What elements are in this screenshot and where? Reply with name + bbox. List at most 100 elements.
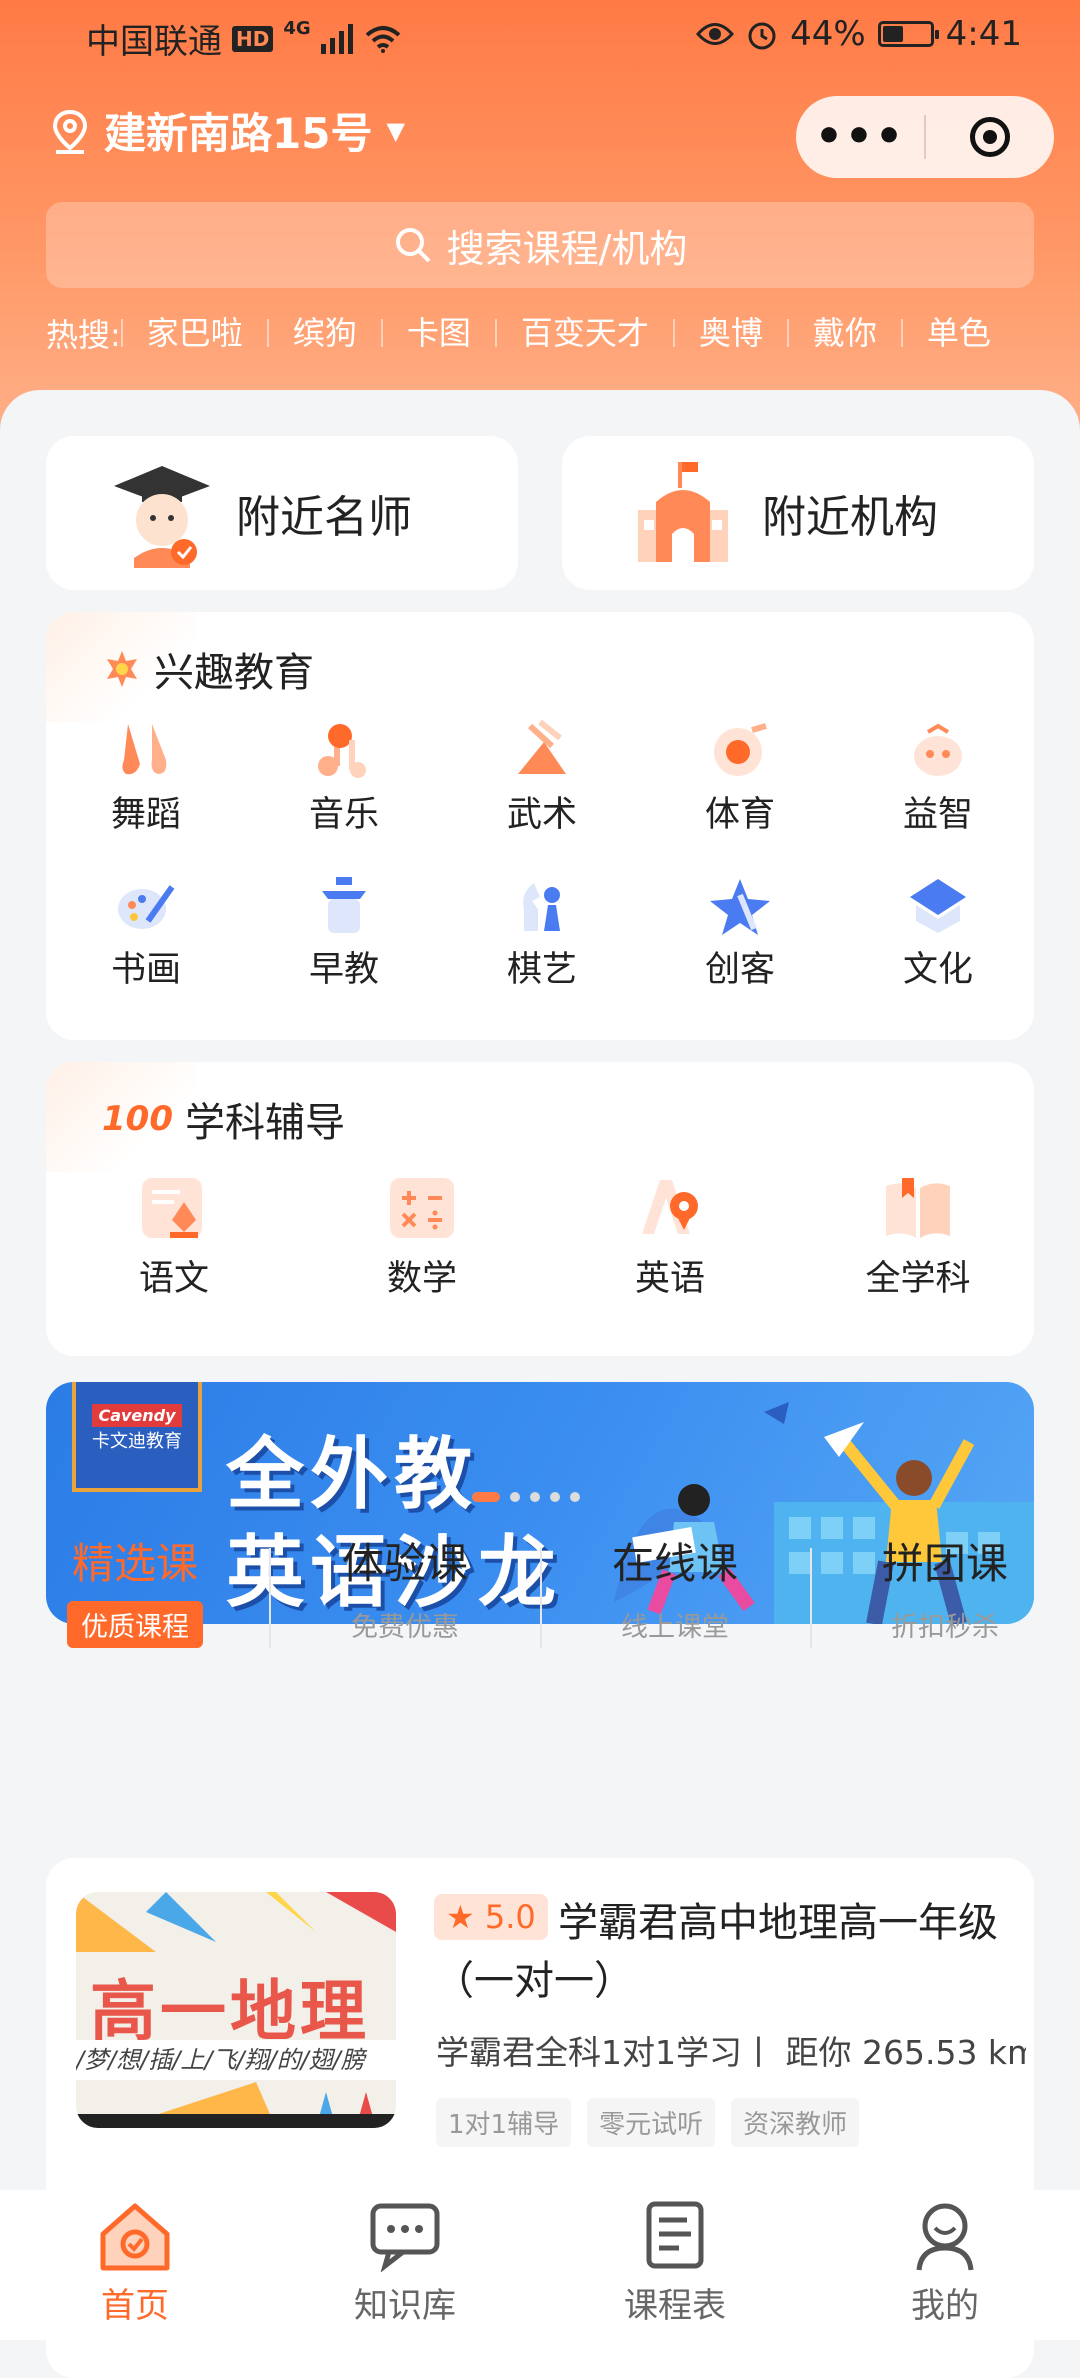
interest-item[interactable]: 棋艺 [472,875,612,992]
hot-word[interactable]: 家巴啦 [120,317,267,349]
category-icon [274,720,414,780]
battery-percent: 44% [790,14,866,54]
score-badge: 100 [102,1099,173,1139]
interest-item[interactable]: 武术 [472,720,612,837]
carrier-name: 中国联通 [86,22,222,62]
category-label: 创客 [704,950,775,990]
category-label: 数学 [386,1259,457,1299]
nav-label: 课程表 [624,2286,726,2326]
more-icon[interactable]: ••• [796,115,924,159]
close-miniprogram-button[interactable] [926,117,1054,157]
location-pin-icon [52,109,88,154]
interest-title: 兴趣教育 [102,640,314,698]
category-icon [670,875,810,935]
category-icon [868,875,1008,935]
network-type: 4G [283,18,311,39]
battery-icon [877,21,939,47]
subject-item[interactable]: 英语 [600,1172,740,1301]
tab-group-buy[interactable]: 拼团课 折扣秒杀 [810,1530,1080,1648]
interest-item[interactable]: 创客 [670,875,810,992]
nearby-org-card[interactable]: 附近机构 [562,436,1034,590]
carousel-dot [550,1492,560,1502]
subject-section: 100 学科辅导 语文 数学 英语 全学科 [46,1062,1034,1356]
tab-trial[interactable]: 体验课 免费优惠 [270,1530,540,1648]
course-tag: 资深教师 [731,2098,860,2147]
tab-sub-label: 折扣秒杀 [891,1612,999,1643]
course-tabs: 精选课 优质课程 体验课 免费优惠 在线课 线上课堂 拼团课 折扣秒杀 [0,1530,1080,1670]
rating-badge: ★ 5.0 [434,1894,548,1940]
location-selector[interactable]: 建新南路15号 ▼ [50,100,405,161]
nav-home[interactable]: 首页 [0,2190,270,2340]
hot-word[interactable]: 戴你 [786,317,901,349]
interest-item[interactable]: 益智 [868,720,1008,837]
tab-online[interactable]: 在线课 线上课堂 [540,1530,810,1648]
subject-item[interactable]: 语文 [104,1172,244,1301]
interest-section: 兴趣教育 舞蹈 音乐 武术 体育 益智书画 早教 棋艺 创客 文化 [46,612,1034,1040]
course-org-distance: 学霸君全科1对1学习丨 距你 265.53 km [436,2033,1026,2072]
category-icon [670,720,810,780]
nav-profile[interactable]: 我的 [810,2190,1080,2340]
hot-word[interactable]: 单色 [900,317,1015,349]
interest-item[interactable]: 早教 [274,875,414,992]
category-label: 英语 [634,1259,705,1299]
nearby-teacher-label: 附近名师 [236,492,412,543]
status-right: 44% 4:41 [696,14,1022,54]
banner-brand-cn: 卡文迪教育 [92,1431,182,1452]
nav-schedule[interactable]: 课程表 [540,2190,810,2340]
location-text: 建新南路15号 [104,109,373,158]
carousel-dot [510,1492,520,1502]
battery-fill [882,26,903,42]
nearby-teacher-card[interactable]: 附近名师 [46,436,518,590]
course-tags: 1对1辅导 零元试听 资深教师 [436,2098,860,2147]
nav-label: 知识库 [354,2286,456,2326]
hot-search-row: 热搜: 家巴啦 缤狗 卡图 百变天才 奥博 戴你 单色 [46,310,1015,356]
carrier-group: 中国联通 HD 4G [86,14,401,63]
category-icon [472,875,612,935]
category-label: 武术 [506,795,577,835]
hot-word[interactable]: 缤狗 [266,317,381,349]
subject-item[interactable]: 全学科 [848,1172,988,1301]
tab-sub-label: 免费优惠 [351,1612,459,1643]
interest-item[interactable]: 音乐 [274,720,414,837]
target-icon [970,117,1010,157]
school-building-icon [638,462,728,562]
carousel-dot [570,1492,580,1502]
category-icon [352,1172,492,1244]
clock: 4:41 [945,14,1022,54]
category-icon [76,875,216,935]
miniprogram-capsule: ••• [796,96,1054,178]
hot-word[interactable]: 卡图 [380,317,495,349]
bottom-nav: 首页 知识库 课程表 我的 [0,2190,1080,2340]
interest-item[interactable]: 文化 [868,875,1008,992]
nav-label: 首页 [101,2286,169,2326]
course-thumbnail: 高一地理 /梦/想/插/上/飞/翔/的/翅/膀 [76,1892,396,2128]
search-icon [395,228,431,263]
flower-icon [107,651,137,687]
hd-badge: HD [232,25,274,52]
alarm-icon [748,22,776,50]
tab-main-label: 精选课 [71,1539,198,1588]
tab-featured[interactable]: 精选课 优质课程 [0,1530,270,1648]
tab-sub-label: 线上课堂 [621,1612,729,1643]
category-label: 语文 [138,1259,209,1299]
category-label: 益智 [902,795,973,835]
wifi-icon [365,25,400,53]
thumbnail-slogan: /梦/想/插/上/飞/翔/的/翅/膀 [76,2040,396,2080]
subject-item[interactable]: 数学 [352,1172,492,1301]
home-icon [100,2203,170,2271]
search-bar[interactable]: 搜索课程/机构 [46,202,1034,288]
category-icon [868,720,1008,780]
category-icon [104,1172,244,1244]
interest-title-text: 兴趣教育 [154,650,314,696]
carousel-dot-active [472,1492,500,1502]
interest-item[interactable]: 体育 [670,720,810,837]
interest-item[interactable]: 书画 [76,875,216,992]
hot-word[interactable]: 百变天才 [494,317,673,349]
nearby-org-label: 附近机构 [762,492,938,543]
category-label: 全学科 [865,1259,971,1299]
search-placeholder: 搜索课程/机构 [446,226,688,271]
course-tag: 零元试听 [587,2098,716,2147]
interest-item[interactable]: 舞蹈 [76,720,216,837]
hot-word[interactable]: 奥博 [672,317,787,349]
nav-knowledge[interactable]: 知识库 [270,2190,540,2340]
